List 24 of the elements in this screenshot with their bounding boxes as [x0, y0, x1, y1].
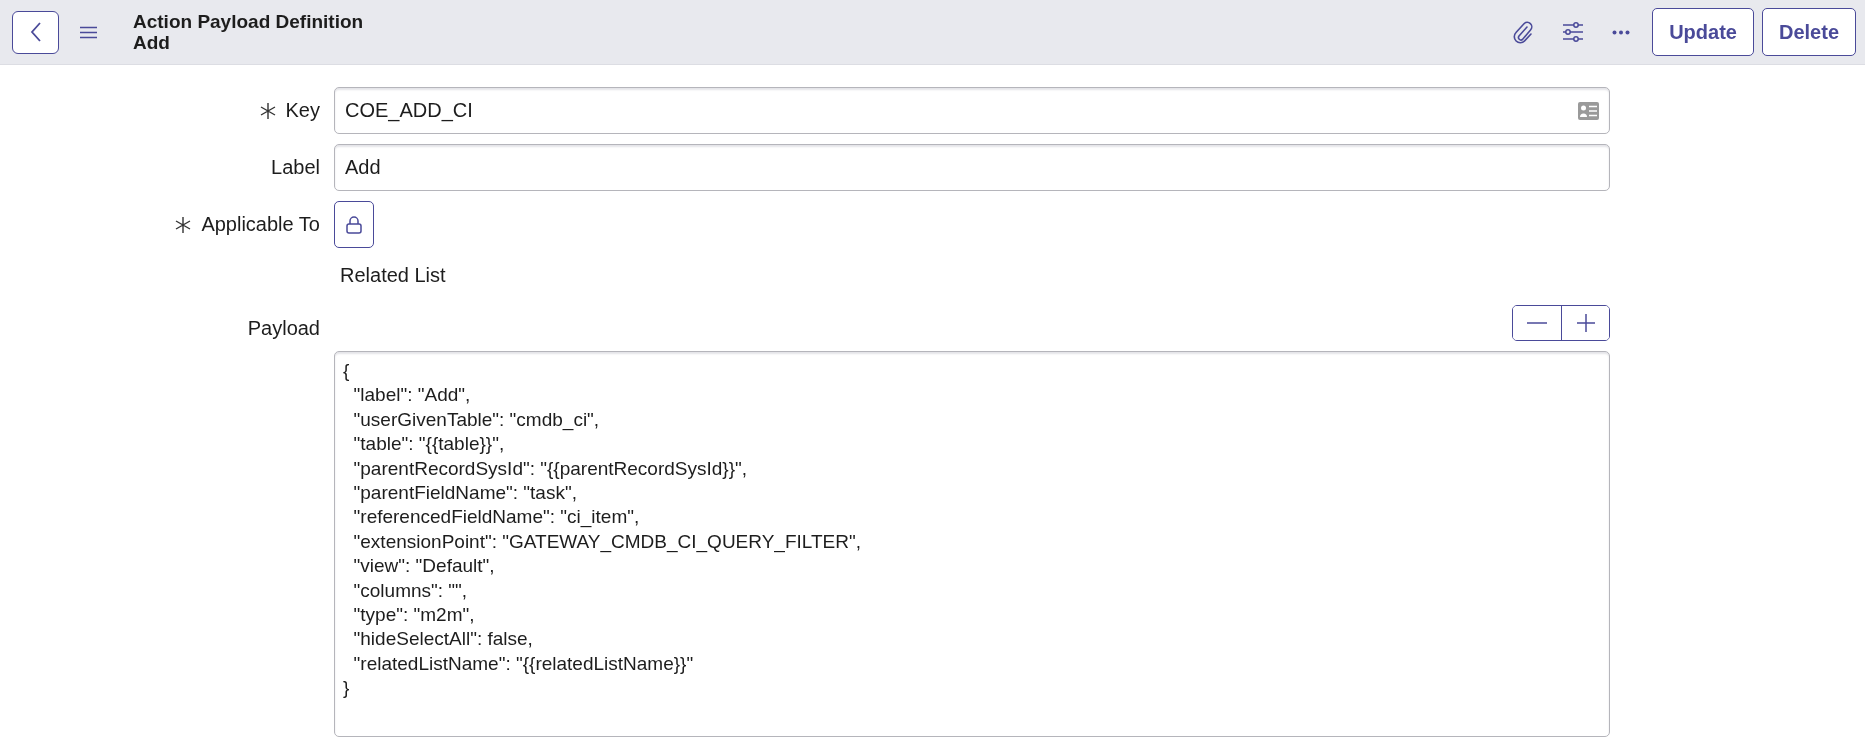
code-field[interactable]: { "label": "Add", "userGivenTable": "cmdb_ci", "table": "{{table}}", "parentRecordSysId": "{{parentRecordSysId}}", "parentFieldName": "task", "referencedFieldName": "ci_item", "extensionPoint": "GATEWAY_CMDB_CI_QUERY_FILTER", "view": "Default", "columns": "", "type": "m2m", "hideSelectAll": false, "relatedListName": "{{relatedListName}}" } — [334, 351, 1610, 737]
minus-icon — [1527, 322, 1547, 324]
update-button[interactable]: Update — [1652, 8, 1754, 56]
back-icon — [29, 21, 42, 43]
settings-icon[interactable] — [1562, 22, 1585, 42]
field-label: Applicable To — [201, 213, 320, 236]
field-value: Related List — [340, 264, 446, 286]
lock-button[interactable] — [334, 201, 374, 248]
menu-icon[interactable] — [80, 25, 97, 39]
paperclip-icon[interactable] — [1512, 20, 1535, 44]
text-field[interactable]: COE_ADD_CI — [334, 87, 1610, 134]
field-label: Label — [271, 156, 320, 179]
field-label: Payload — [247, 316, 320, 340]
delete-button[interactable]: Delete — [1761, 8, 1856, 56]
plus-icon — [1576, 314, 1595, 332]
contact-card-icon[interactable] — [1578, 101, 1599, 120]
lock-icon — [346, 215, 362, 234]
text-field[interactable]: Add — [334, 144, 1610, 191]
back-button[interactable] — [12, 10, 59, 54]
more-icon[interactable] — [1612, 29, 1631, 35]
expand-button[interactable] — [1561, 306, 1609, 340]
record-subtitle: Add — [133, 32, 171, 53]
field-label: Key — [285, 99, 320, 122]
record-title: Action Payload Definition — [133, 11, 364, 32]
